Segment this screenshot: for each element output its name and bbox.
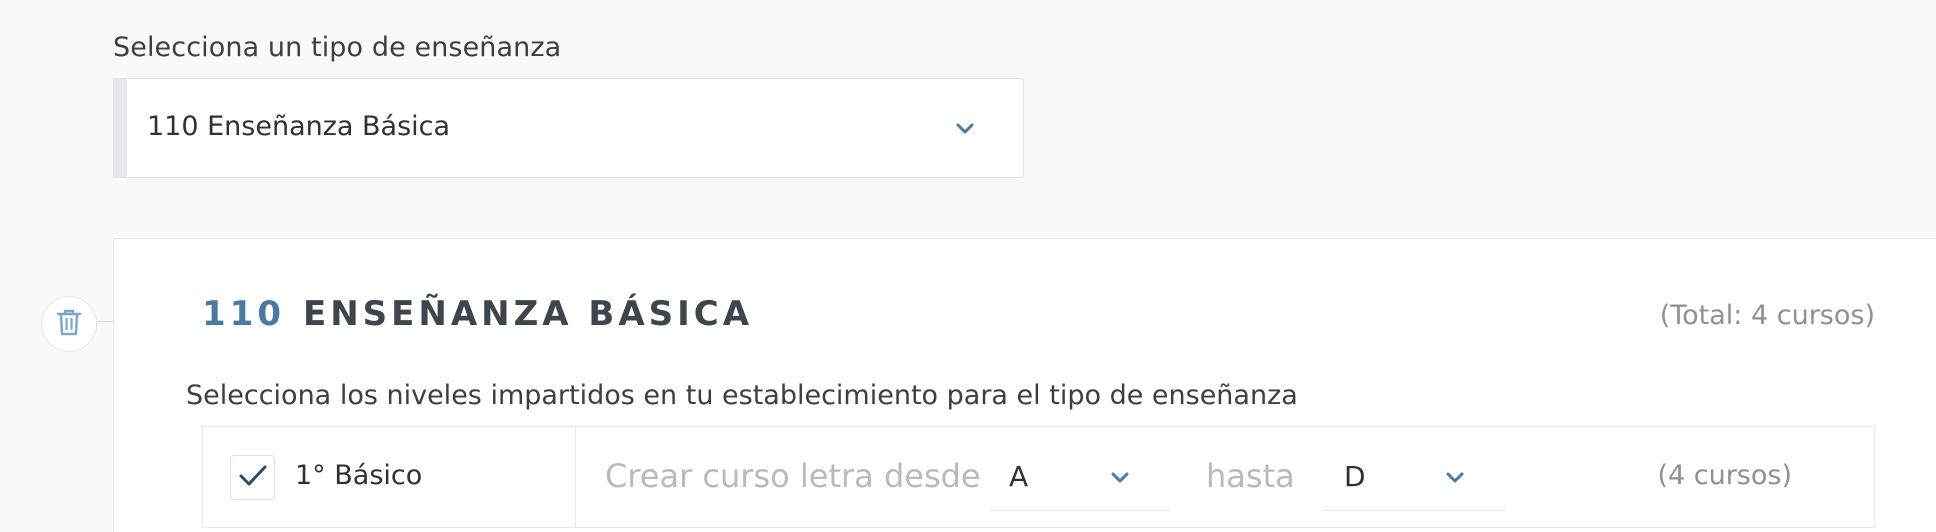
chevron-down-icon xyxy=(1442,465,1468,491)
chevron-down-icon xyxy=(1107,465,1133,491)
to-letter-label: hasta xyxy=(1206,457,1295,495)
level-label: 1° Básico xyxy=(295,460,423,491)
level-course-count: (4 cursos) xyxy=(1657,460,1792,491)
type-select-value: 110 Enseñanza Básica xyxy=(147,111,451,142)
type-select-label: Selecciona un tipo de enseñanza xyxy=(113,32,562,63)
type-select-dropdown[interactable]: 110 Enseñanza Básica xyxy=(113,78,1024,178)
level-row: 1° Básico Crear curso letra desde A hast… xyxy=(202,426,1875,528)
levels-instruction: Selecciona los niveles impartidos en tu … xyxy=(186,380,1298,411)
section-title: ENSEÑANZA BÁSICA xyxy=(302,294,754,334)
from-letter-value: A xyxy=(1009,460,1029,493)
to-letter-value: D xyxy=(1344,460,1366,493)
section-code: 110 xyxy=(202,294,285,334)
to-letter-select[interactable]: D xyxy=(1324,443,1506,511)
level-checkbox[interactable] xyxy=(230,455,275,500)
trash-icon xyxy=(55,307,83,341)
section-total: (Total: 4 cursos) xyxy=(1659,300,1875,331)
create-course-label: Crear curso letra desde xyxy=(605,457,981,495)
row-divider xyxy=(575,427,576,527)
select-accent-bar xyxy=(114,79,127,177)
chevron-down-icon xyxy=(952,116,978,142)
delete-section-button[interactable] xyxy=(41,296,97,352)
section-heading: 110 ENSEÑANZA BÁSICA xyxy=(202,294,753,334)
from-letter-select[interactable]: A xyxy=(989,443,1171,511)
checkmark-icon xyxy=(238,463,268,493)
